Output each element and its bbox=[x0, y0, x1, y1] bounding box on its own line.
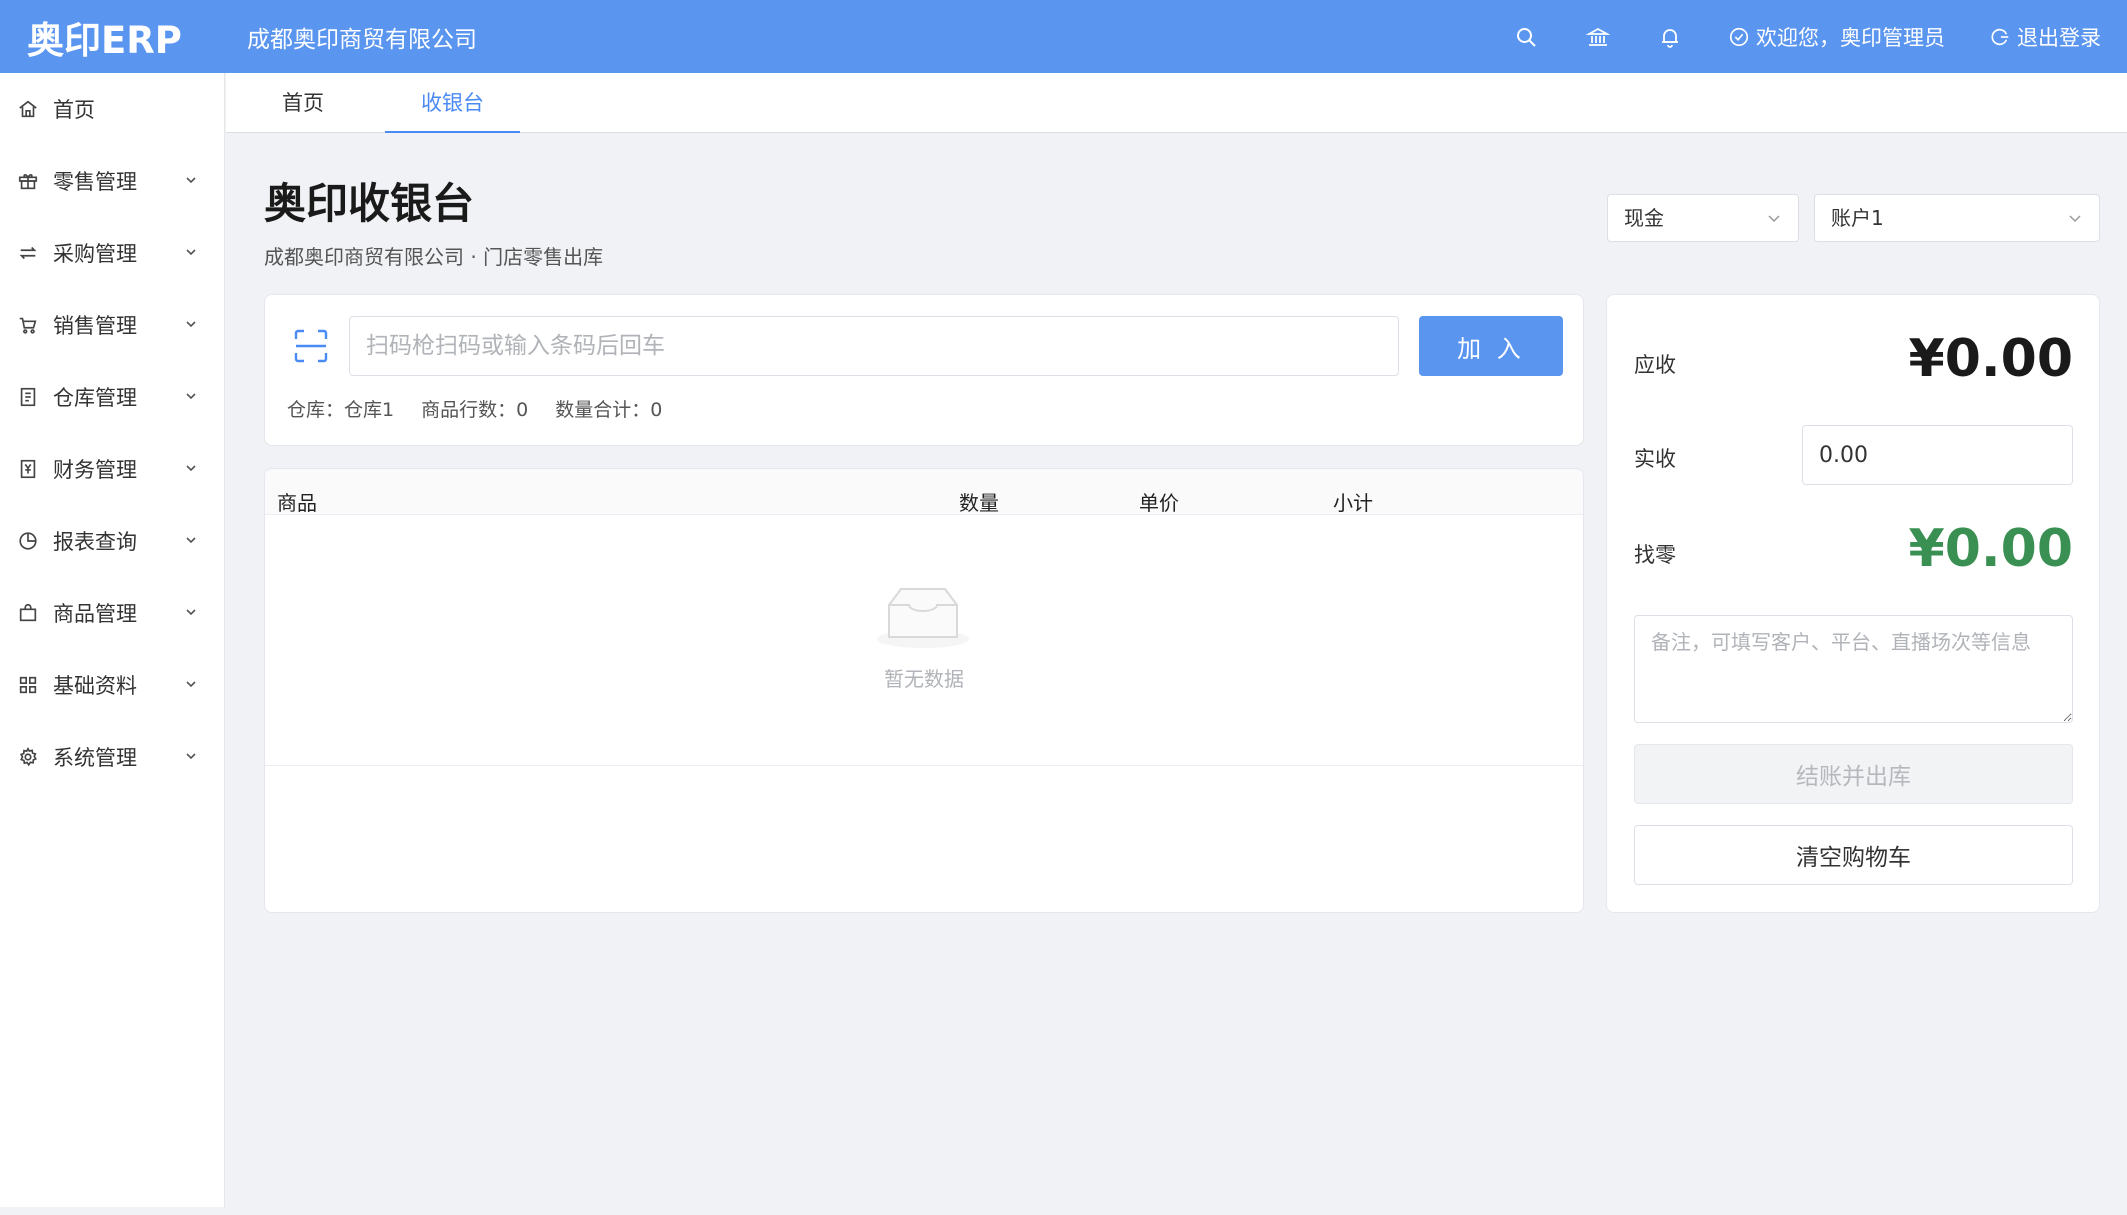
sidebar-item-label: 首页 bbox=[53, 98, 95, 122]
empty-text: 暂无数据 bbox=[884, 667, 964, 691]
chevron-down-icon bbox=[186, 321, 196, 328]
bell-icon[interactable] bbox=[1656, 23, 1684, 51]
tab-cashier[interactable]: 收银台 bbox=[385, 73, 520, 133]
rows-stat: 商品行数：0 bbox=[421, 395, 528, 422]
sidebar-item-label: 采购管理 bbox=[53, 242, 137, 266]
bank-icon[interactable] bbox=[1584, 23, 1612, 51]
sidebar-item-label: 商品管理 bbox=[53, 602, 137, 626]
scan-card: 加 入 仓库：仓库1 商品行数：0 数量合计：0 bbox=[264, 294, 1584, 446]
grid-icon bbox=[19, 676, 37, 694]
barcode-input[interactable] bbox=[349, 316, 1399, 376]
warehouse-value: 仓库1 bbox=[344, 399, 395, 421]
cart-table: 商品 数量 单价 小计 暂无数据 bbox=[264, 468, 1584, 913]
company-name: 成都奥印商贸有限公司 bbox=[247, 26, 477, 53]
notebook-icon bbox=[20, 387, 36, 407]
page-title: 奥印收银台 bbox=[264, 179, 475, 228]
rows-label: 商品行数： bbox=[421, 399, 517, 421]
column-header-price: 单价 bbox=[1139, 491, 1179, 515]
check-circle-icon bbox=[1729, 27, 1749, 46]
swap-icon bbox=[19, 246, 37, 260]
app-logo[interactable]: 奥印ERP bbox=[0, 10, 225, 64]
gift-icon bbox=[18, 174, 38, 190]
clear-cart-button[interactable]: 清空购物车 bbox=[1634, 825, 2073, 885]
column-header-quantity: 数量 bbox=[959, 491, 999, 515]
checkout-button[interactable]: 结账并出库 bbox=[1634, 744, 2073, 804]
sidebar-item-basic-data[interactable]: 基础资料 bbox=[0, 649, 224, 721]
header-actions: 欢迎您，奥印管理员 退出登录 bbox=[1468, 0, 2101, 73]
sidebar-item-label: 销售管理 bbox=[53, 314, 137, 338]
qty-label: 数量合计： bbox=[555, 399, 651, 421]
sidebar-item-reports[interactable]: 报表查询 bbox=[0, 505, 224, 577]
add-button[interactable]: 加 入 bbox=[1419, 316, 1563, 376]
table-divider bbox=[265, 765, 1583, 766]
account-select[interactable]: 账户1 bbox=[1814, 194, 2100, 242]
warehouse-label: 仓库： bbox=[287, 399, 345, 421]
sidebar: 首页 零售管理 采购管理 销售管理 仓库管理 财务管理 报表查询 商品管理 基础… bbox=[0, 73, 225, 1207]
sidebar-item-label: 基础资料 bbox=[53, 674, 137, 698]
logout-text: 退出登录 bbox=[2017, 25, 2101, 50]
scan-stats: 仓库：仓库1 商品行数：0 数量合计：0 bbox=[287, 395, 689, 422]
sidebar-item-label: 零售管理 bbox=[53, 170, 137, 194]
change-label: 找零 bbox=[1634, 543, 1676, 567]
page-subtitle: 成都奥印商贸有限公司 · 门店零售出库 bbox=[264, 245, 604, 269]
sidebar-item-finance[interactable]: 财务管理 bbox=[0, 433, 224, 505]
logout-icon bbox=[1991, 28, 2009, 45]
payment-method-select[interactable]: 现金 bbox=[1607, 194, 1799, 242]
sidebar-item-sales[interactable]: 销售管理 bbox=[0, 289, 224, 361]
qty-stat: 数量合计：0 bbox=[555, 395, 662, 422]
sidebar-item-purchase[interactable]: 采购管理 bbox=[0, 217, 224, 289]
chevron-down-icon bbox=[186, 537, 196, 544]
top-header: 奥印ERP 成都奥印商贸有限公司 欢迎您，奥印管理员 退出登录 bbox=[0, 0, 2127, 73]
chevron-down-icon bbox=[2069, 215, 2081, 223]
sidebar-item-label: 报表查询 bbox=[53, 530, 137, 554]
empty-box-icon bbox=[877, 588, 969, 648]
welcome-text: 欢迎您，奥印管理员 bbox=[1756, 25, 1945, 50]
logout-link[interactable]: 退出登录 bbox=[1989, 22, 2101, 52]
sidebar-item-warehouse[interactable]: 仓库管理 bbox=[0, 361, 224, 433]
receivable-label: 应收 bbox=[1634, 353, 1676, 377]
chevron-down-icon bbox=[186, 465, 196, 472]
received-input[interactable] bbox=[1802, 425, 2073, 485]
receivable-amount: ¥0.00 bbox=[1908, 329, 2073, 389]
sidebar-item-label: 财务管理 bbox=[53, 458, 137, 482]
search-icon[interactable] bbox=[1512, 23, 1540, 51]
payment-method-value: 现金 bbox=[1624, 206, 1664, 230]
sidebar-item-label: 仓库管理 bbox=[53, 386, 137, 410]
qty-value: 0 bbox=[650, 399, 663, 421]
change-amount: ¥0.00 bbox=[1908, 519, 2073, 579]
account-value: 账户1 bbox=[1831, 206, 1884, 230]
chevron-down-icon bbox=[186, 753, 196, 760]
sidebar-item-goods[interactable]: 商品管理 bbox=[0, 577, 224, 649]
sidebar-item-system[interactable]: 系统管理 bbox=[0, 721, 224, 793]
sidebar-item-retail[interactable]: 零售管理 bbox=[0, 145, 224, 217]
scan-icon bbox=[294, 329, 328, 363]
sidebar-item-home[interactable]: 首页 bbox=[0, 73, 224, 145]
payment-panel: 应收 ¥0.00 实收 找零 ¥0.00 结账并出库 清空购物车 bbox=[1606, 294, 2100, 913]
chevron-down-icon bbox=[186, 393, 196, 400]
column-header-product: 商品 bbox=[277, 491, 317, 515]
cart-icon bbox=[19, 317, 37, 334]
note-textarea[interactable] bbox=[1634, 615, 2073, 723]
gear-icon bbox=[19, 747, 38, 767]
page-tabs: 首页 收银台 bbox=[226, 73, 2127, 133]
tab-home[interactable]: 首页 bbox=[258, 73, 348, 133]
home-icon bbox=[19, 100, 37, 118]
rows-value: 0 bbox=[516, 399, 529, 421]
sidebar-item-label: 系统管理 bbox=[53, 746, 137, 770]
pie-chart-icon bbox=[19, 532, 37, 550]
table-header: 商品 数量 单价 小计 bbox=[265, 469, 1583, 515]
welcome-user[interactable]: 欢迎您，奥印管理员 bbox=[1728, 22, 1945, 52]
bag-icon bbox=[19, 603, 37, 622]
received-label: 实收 bbox=[1634, 447, 1676, 471]
chevron-down-icon bbox=[186, 681, 196, 688]
chevron-down-icon bbox=[186, 609, 196, 616]
yen-icon bbox=[20, 459, 36, 479]
column-header-subtotal: 小计 bbox=[1333, 491, 1373, 515]
chevron-down-icon bbox=[186, 249, 196, 256]
chevron-down-icon bbox=[186, 177, 196, 184]
chevron-down-icon bbox=[1768, 215, 1780, 223]
warehouse-stat: 仓库：仓库1 bbox=[287, 395, 394, 422]
